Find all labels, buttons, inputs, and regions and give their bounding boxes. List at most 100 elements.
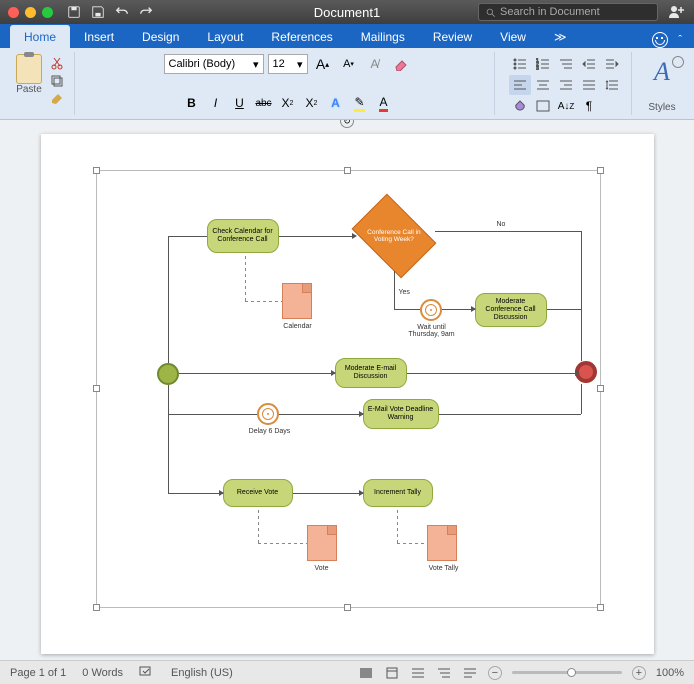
strike-button[interactable]: abc xyxy=(253,93,275,113)
font-name-select[interactable]: Calibri (Body)▾ xyxy=(164,54,264,74)
align-center-icon[interactable] xyxy=(532,75,554,95)
italic-button[interactable]: I xyxy=(205,93,227,113)
resize-handle-ne[interactable] xyxy=(597,167,604,174)
spellcheck-icon[interactable] xyxy=(139,664,155,681)
font-color-icon[interactable]: A xyxy=(373,93,395,113)
tab-insert[interactable]: Insert xyxy=(70,25,128,48)
connector xyxy=(547,309,581,310)
resize-handle-n[interactable] xyxy=(344,167,351,174)
paste-label: Paste xyxy=(16,84,42,95)
task-deadline-warning: E-Mail Vote Deadline Warning xyxy=(363,399,439,429)
align-left-icon[interactable] xyxy=(509,75,531,95)
close-icon[interactable] xyxy=(8,7,19,18)
line-spacing-icon[interactable] xyxy=(601,75,623,95)
tab-references[interactable]: References xyxy=(257,25,346,48)
resize-handle-s[interactable] xyxy=(344,604,351,611)
bold-button[interactable]: B xyxy=(181,93,203,113)
resize-handle-nw[interactable] xyxy=(93,167,100,174)
focus-view-icon[interactable] xyxy=(358,666,374,680)
minimize-icon[interactable] xyxy=(25,7,36,18)
search-box[interactable]: Search in Document xyxy=(478,3,658,21)
zoom-level[interactable]: 100% xyxy=(656,667,684,679)
superscript-button[interactable]: X2 xyxy=(301,93,323,113)
zoom-slider[interactable] xyxy=(512,671,622,674)
search-placeholder: Search in Document xyxy=(500,6,600,18)
autosave-icon[interactable] xyxy=(67,5,81,19)
underline-button[interactable]: U xyxy=(229,93,251,113)
association xyxy=(258,543,307,544)
association xyxy=(397,507,398,543)
connector xyxy=(407,373,577,374)
zoom-in-button[interactable]: + xyxy=(632,666,646,680)
collapse-ribbon-icon[interactable]: ˆ xyxy=(678,34,682,46)
connector xyxy=(168,414,257,415)
draft-view-icon[interactable] xyxy=(462,666,478,680)
tab-review[interactable]: Review xyxy=(419,25,486,48)
undo-icon[interactable] xyxy=(115,5,129,19)
show-marks-icon[interactable]: ¶ xyxy=(578,96,600,116)
start-event xyxy=(157,363,179,385)
tab-layout[interactable]: Layout xyxy=(193,25,257,48)
print-layout-icon[interactable] xyxy=(384,666,400,680)
tab-view[interactable]: View xyxy=(486,25,540,48)
styles-pane-icon[interactable]: A xyxy=(646,54,678,90)
maximize-icon[interactable] xyxy=(42,7,53,18)
word-count[interactable]: 0 Words xyxy=(82,667,123,679)
connector xyxy=(581,309,582,361)
indent-left-icon[interactable] xyxy=(578,54,600,74)
text-effects-icon[interactable]: A xyxy=(325,93,347,113)
highlight-icon[interactable]: ✎ xyxy=(349,93,371,113)
rotate-handle[interactable]: ↻ xyxy=(340,120,354,128)
web-layout-icon[interactable] xyxy=(410,666,426,680)
zoom-out-button[interactable]: − xyxy=(488,666,502,680)
sort-icon[interactable]: A↓Z xyxy=(555,96,577,116)
multilevel-icon[interactable] xyxy=(555,54,577,74)
bullets-icon[interactable] xyxy=(509,54,531,74)
resize-handle-e[interactable] xyxy=(597,385,604,392)
clear-format-icon[interactable]: A̸ xyxy=(364,54,386,74)
tab-design[interactable]: Design xyxy=(128,25,193,48)
outline-view-icon[interactable] xyxy=(436,666,452,680)
label-vote: Vote xyxy=(307,565,337,572)
save-icon[interactable] xyxy=(91,5,105,19)
numbering-icon[interactable]: 123 xyxy=(532,54,554,74)
connector xyxy=(279,414,363,415)
tab-more[interactable]: ≫ xyxy=(540,25,581,48)
page-indicator[interactable]: Page 1 of 1 xyxy=(10,667,66,679)
redo-icon[interactable] xyxy=(139,5,153,19)
document-area[interactable]: ↻ Check Calendar for Conference Call Con… xyxy=(0,120,694,660)
ribbon: Paste Calibri (Body)▾ 12▾ A▴ A▾ A̸ B I U… xyxy=(0,48,694,120)
feedback-icon[interactable] xyxy=(652,32,668,48)
share-icon[interactable] xyxy=(668,3,686,22)
shrink-font-icon[interactable]: A▾ xyxy=(338,54,360,74)
justify-icon[interactable] xyxy=(578,75,600,95)
tab-home[interactable]: Home xyxy=(10,25,70,48)
eraser-icon[interactable] xyxy=(390,54,412,74)
copy-icon[interactable] xyxy=(48,74,66,88)
data-calendar xyxy=(282,283,312,319)
connector xyxy=(179,373,335,374)
resize-handle-se[interactable] xyxy=(597,604,604,611)
gateway-voting-week: Conference Call in Voting Week? xyxy=(351,194,436,279)
tab-mailings[interactable]: Mailings xyxy=(347,25,419,48)
borders-icon[interactable] xyxy=(532,96,554,116)
resize-handle-w[interactable] xyxy=(93,385,100,392)
format-painter-icon[interactable] xyxy=(48,92,66,106)
grow-font-icon[interactable]: A▴ xyxy=(312,54,334,74)
task-moderate-email: Moderate E-mail Discussion xyxy=(335,358,407,388)
language-indicator[interactable]: English (US) xyxy=(171,667,233,679)
subscript-button[interactable]: X2 xyxy=(277,93,299,113)
page[interactable]: ↻ Check Calendar for Conference Call Con… xyxy=(41,134,654,654)
shading-icon[interactable] xyxy=(509,96,531,116)
indent-right-icon[interactable] xyxy=(601,54,623,74)
resize-handle-sw[interactable] xyxy=(93,604,100,611)
align-right-icon[interactable] xyxy=(555,75,577,95)
paste-icon[interactable] xyxy=(16,54,42,84)
zoom-slider-thumb[interactable] xyxy=(567,668,576,677)
font-size-select[interactable]: 12▾ xyxy=(268,54,308,74)
connector xyxy=(168,236,207,237)
label-calendar: Calendar xyxy=(283,323,313,330)
selected-object-frame[interactable]: Check Calendar for Conference Call Confe… xyxy=(96,170,601,608)
cut-icon[interactable] xyxy=(48,56,66,70)
status-bar: Page 1 of 1 0 Words English (US) − + 100… xyxy=(0,660,694,684)
